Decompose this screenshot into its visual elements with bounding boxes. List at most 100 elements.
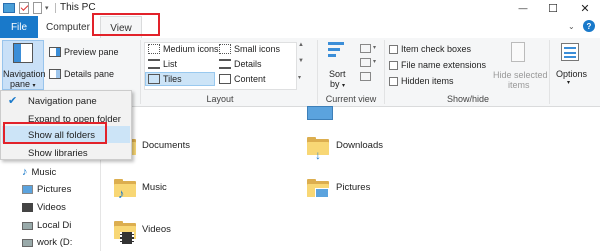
ribbon-separator-2: [317, 40, 318, 104]
tab-file[interactable]: File: [0, 16, 38, 38]
sidebar-item-label: Pictures: [37, 184, 72, 195]
maximize-button[interactable]: ☐: [538, 0, 568, 16]
current-view-group-label: Current view: [325, 94, 377, 104]
folder-music[interactable]: ♪ Music: [112, 176, 232, 206]
options-button[interactable]: Options: [556, 69, 587, 79]
ribbon-separator-1: [140, 40, 141, 104]
folder-label: Documents: [142, 140, 191, 151]
navigation-pane-icon: [13, 43, 33, 63]
menu-item-show-libraries[interactable]: Show libraries: [28, 148, 88, 159]
dropdown-arrow-icon: ▾: [32, 83, 36, 89]
show-hide-group-label: Show/hide: [446, 94, 490, 104]
dropdown-arrow-icon: ▾: [342, 83, 346, 89]
sort-by-label-2[interactable]: by ▾: [330, 79, 345, 89]
folder-label: Pictures: [336, 182, 371, 193]
content-option[interactable]: Content: [219, 74, 266, 84]
navigation-pane-label-text: pane: [10, 79, 31, 89]
ribbon-separator-3: [384, 40, 385, 104]
file-name-extensions-label: File name extensions: [401, 60, 487, 70]
options-label: Options: [556, 69, 588, 79]
preview-pane-button[interactable]: Preview pane: [49, 47, 119, 57]
small-icons-label: Small icons: [234, 44, 281, 54]
title-separator: [55, 3, 56, 13]
medium-icons-option[interactable]: Medium icons: [148, 44, 219, 54]
minimize-button[interactable]: —: [508, 0, 538, 16]
list-option[interactable]: List: [148, 59, 177, 69]
size-columns-icon[interactable]: [360, 72, 371, 81]
details-pane-button[interactable]: Details pane: [49, 69, 114, 79]
tab-view-highlight: [92, 13, 160, 36]
window-title: This PC: [60, 2, 96, 13]
list-label: List: [163, 59, 178, 69]
tiles-label: Tiles: [163, 74, 182, 84]
sidebar-item-local-disk[interactable]: Local Di: [22, 220, 71, 231]
quick-access-dropdown-icon[interactable]: ▾: [45, 4, 49, 12]
music-note-icon: ♪: [118, 186, 125, 201]
item-check-boxes-label: Item check boxes: [401, 44, 472, 54]
hide-selected-label[interactable]: Hide selected: [493, 70, 548, 80]
details-pane-icon: [49, 69, 61, 79]
file-name-extensions-checkbox[interactable]: [389, 60, 398, 70]
sidebar-item-label: Local Di: [37, 220, 72, 231]
group-by-icon[interactable]: [360, 44, 371, 53]
checkmark-icon: ✔: [8, 95, 18, 107]
item-check-boxes-checkbox[interactable]: [389, 44, 398, 54]
gallery-scroll-up-icon[interactable]: ▲: [298, 42, 304, 48]
hidden-items-label: Hidden items: [401, 76, 454, 86]
details-label: Details: [234, 59, 262, 69]
hidden-items-option[interactable]: Hidden items: [389, 76, 454, 86]
drive-icon: [22, 238, 33, 247]
sidebar-item-label: Music: [31, 166, 57, 178]
folder-label: Videos: [142, 224, 171, 235]
folder-pictures[interactable]: Pictures: [305, 176, 425, 206]
gallery-more-icon[interactable]: ▾: [298, 74, 301, 81]
navigation-pane-label: Navigation: [3, 69, 46, 79]
sort-by-label[interactable]: Sort: [329, 69, 346, 79]
details-option[interactable]: Details: [219, 59, 262, 69]
preview-pane-icon: [49, 47, 61, 57]
item-check-boxes-option[interactable]: Item check boxes: [389, 44, 471, 54]
tab-computer[interactable]: Computer: [44, 16, 92, 38]
folder-label: Downloads: [336, 140, 383, 151]
new-folder-icon[interactable]: [33, 2, 42, 14]
sidebar-item-videos[interactable]: Videos: [22, 202, 66, 213]
folder-partial-top[interactable]: [307, 106, 333, 120]
file-name-extensions-option[interactable]: File name extensions: [389, 60, 486, 70]
collapse-ribbon-icon[interactable]: ⌄: [568, 22, 575, 31]
app-icon: [3, 3, 15, 13]
navigation-pane-label-2: pane ▾: [10, 79, 36, 89]
music-note-icon: ♪: [22, 166, 28, 178]
drive-icon: [22, 221, 33, 230]
tiles-icon: [148, 74, 160, 84]
hidden-items-checkbox[interactable]: [389, 76, 398, 86]
help-icon[interactable]: ?: [583, 20, 595, 32]
details-pane-label: Details pane: [64, 69, 115, 79]
add-columns-dropdown-icon[interactable]: ▾: [373, 58, 376, 65]
small-icons-icon: [219, 44, 231, 54]
close-button[interactable]: ✕: [570, 0, 600, 16]
hide-selected-icon: [511, 42, 525, 62]
videos-icon: [22, 203, 33, 212]
folder-videos[interactable]: Videos: [112, 218, 232, 251]
show-all-folders-highlight: [3, 122, 107, 144]
tiles-option[interactable]: Tiles: [148, 74, 182, 84]
gallery-scroll-down-icon[interactable]: ▼: [298, 58, 304, 64]
sidebar-item-label: Videos: [37, 202, 66, 213]
preview-pane-label: Preview pane: [64, 47, 119, 57]
medium-icons-label: Medium icons: [163, 44, 219, 54]
properties-icon[interactable]: [19, 2, 29, 14]
details-icon: [219, 59, 231, 69]
folder-downloads[interactable]: ↓ Downloads: [305, 134, 425, 164]
ribbon-separator-4: [549, 40, 550, 104]
sidebar-item-work-drive[interactable]: work (D:: [22, 237, 72, 248]
pictures-icon: [22, 185, 33, 194]
add-columns-icon[interactable]: [360, 58, 371, 67]
small-icons-option[interactable]: Small icons: [219, 44, 280, 54]
options-dropdown-icon[interactable]: ▾: [567, 79, 570, 86]
film-strip-icon: [120, 232, 134, 244]
menu-item-navigation-pane[interactable]: Navigation pane: [28, 96, 97, 107]
sidebar-item-pictures[interactable]: Pictures: [22, 184, 71, 195]
group-by-dropdown-icon[interactable]: ▾: [373, 44, 376, 51]
layout-group-label: Layout: [206, 94, 234, 104]
sidebar-item-music[interactable]: ♪ Music: [22, 166, 56, 178]
